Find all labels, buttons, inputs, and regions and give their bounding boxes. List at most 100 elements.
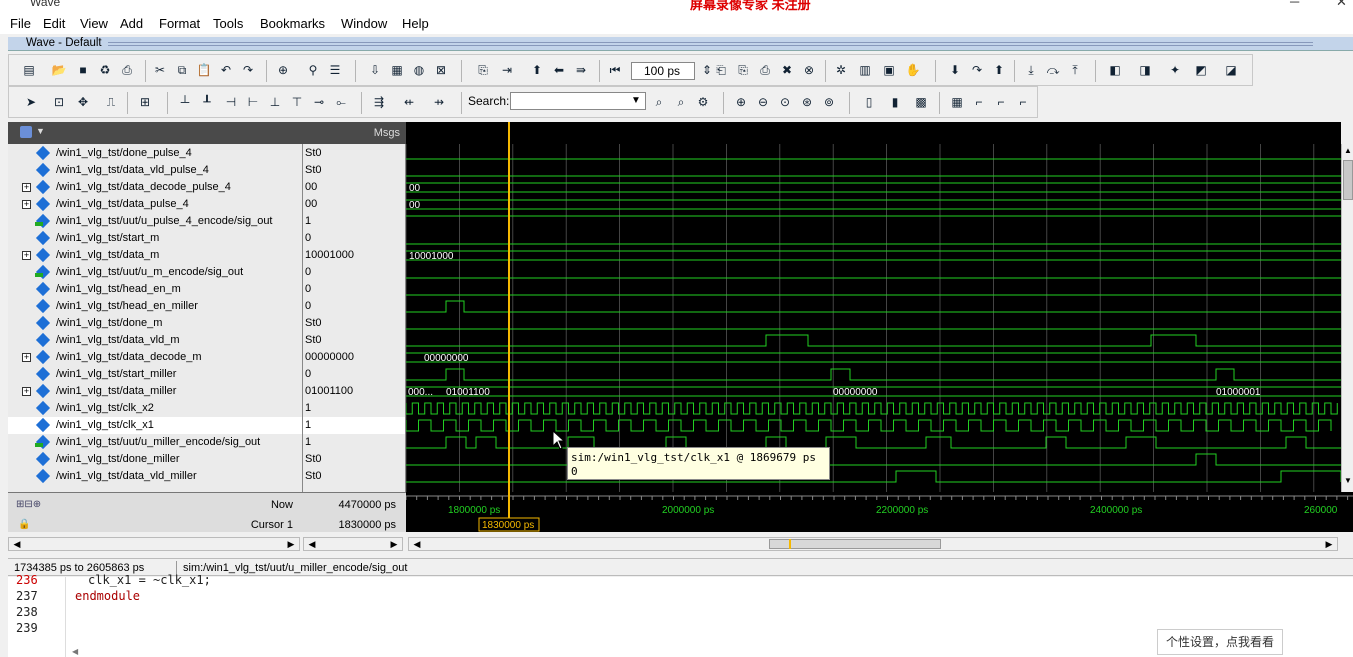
zoom-cursor-icon[interactable]: ⊛ (799, 94, 815, 110)
run-icon[interactable]: ⎗ (713, 62, 729, 78)
signal-value-row[interactable]: 1 (303, 434, 405, 451)
paste-icon[interactable]: 📋 (196, 62, 212, 78)
find-icon[interactable]: ⚲ (305, 62, 321, 78)
search-input[interactable] (510, 92, 646, 110)
menu-add[interactable]: Add (120, 16, 143, 31)
expand-icon[interactable]: + (22, 387, 31, 396)
print-icon[interactable]: ⎙ (119, 62, 135, 78)
memory-icon[interactable]: ▥ (857, 62, 873, 78)
signal-row[interactable]: /win1_vlg_tst/data_vld_pulse_4 (8, 162, 302, 179)
prev-edge-icon[interactable]: ⤓ (1023, 62, 1039, 78)
step-view-icon[interactable]: ⌐ (971, 94, 987, 110)
hand-icon[interactable]: ✋ (905, 62, 921, 78)
scroll-left-icon[interactable]: ◀ (411, 538, 423, 550)
signal-row[interactable]: + /win1_vlg_tst/data_decode_pulse_4 (8, 179, 302, 196)
signal-row[interactable]: /win1_vlg_tst/done_m (8, 315, 302, 332)
restart-icon[interactable]: ⏮ (607, 62, 623, 78)
signal-value-row[interactable]: St0 (303, 451, 405, 468)
next-edge-icon[interactable]: ⤒ (1067, 62, 1083, 78)
cut-icon[interactable]: ✂ (152, 62, 168, 78)
zoom-out-icon[interactable]: ⊖ (755, 94, 771, 110)
signal-value-row[interactable]: 0 (303, 230, 405, 247)
collapse-icon[interactable]: ⇷ (401, 94, 417, 110)
scroll-down-icon[interactable]: ▼ (1344, 476, 1352, 485)
redo-icon[interactable]: ↷ (240, 62, 256, 78)
search-prev-icon[interactable]: ⌕ (651, 94, 667, 110)
signal-row[interactable]: /win1_vlg_tst/head_en_m (8, 281, 302, 298)
zoom-full-icon[interactable]: ⊙ (777, 94, 793, 110)
signal-row[interactable]: /win1_vlg_tst/done_pulse_4 (8, 145, 302, 162)
falling-edge-icon[interactable]: ⊥ (267, 94, 283, 110)
now-icons[interactable]: ⊞⊟⊕ (16, 499, 41, 510)
signal-value-row[interactable]: 0 (303, 281, 405, 298)
format-icon[interactable]: ☰ (327, 62, 343, 78)
signal-row[interactable]: + /win1_vlg_tst/data_pulse_4 (8, 196, 302, 213)
signal-row[interactable]: /win1_vlg_tst/head_en_miller (8, 298, 302, 315)
signal-row[interactable]: /win1_vlg_tst/start_m (8, 230, 302, 247)
expand-icon[interactable]: + (22, 353, 31, 362)
step-over-icon[interactable]: ⇥ (499, 62, 515, 78)
signal-row[interactable]: /win1_vlg_tst/uut/u_m_encode/sig_out (8, 264, 302, 281)
select-pointer-icon[interactable]: ➤ (23, 94, 39, 110)
menu-format[interactable]: Format (159, 16, 200, 31)
forward-arrow-icon[interactable]: ⇛ (573, 62, 589, 78)
signal-row[interactable]: /win1_vlg_tst/clk_x2 (8, 400, 302, 417)
run-all-icon[interactable]: ⎙ (757, 62, 773, 78)
signal-value-row[interactable]: 0 (303, 264, 405, 281)
scroll-right-icon[interactable]: ▶ (388, 538, 400, 550)
scroll-left-icon[interactable]: ◀ (11, 538, 23, 550)
signal-row[interactable]: /win1_vlg_tst/data_vld_miller (8, 468, 302, 485)
signal-row[interactable]: /win1_vlg_tst/done_miller (8, 451, 302, 468)
add-wave-icon[interactable]: ⊕ (275, 62, 291, 78)
layout-icon[interactable]: ◧ (1107, 62, 1123, 78)
save-icon[interactable]: ■ (75, 62, 91, 78)
expand-icon[interactable]: + (22, 183, 31, 192)
signal-value-row[interactable]: 0 (303, 298, 405, 315)
find-edge-icon[interactable]: ⊸ (311, 94, 327, 110)
wand-icon[interactable]: ✦ (1167, 62, 1183, 78)
palette-dropdown-icon[interactable]: ▼ (36, 126, 45, 136)
menu-edit[interactable]: Edit (43, 16, 65, 31)
next-transition-icon[interactable]: ⊢ (245, 94, 261, 110)
copy-icon[interactable]: ⧉ (174, 62, 190, 78)
signal-value-row[interactable]: St0 (303, 468, 405, 485)
edit-mode-icon[interactable]: ⊞ (137, 94, 153, 110)
layout3-icon[interactable]: ◩ (1193, 62, 1209, 78)
signal-row[interactable]: + /win1_vlg_tst/data_decode_m (8, 349, 302, 366)
vscroll-thumb[interactable] (1343, 160, 1353, 200)
source-editor[interactable]: 236 clk_x1 = ~clk_x1; 237 endmodule 238 … (8, 573, 1353, 657)
step-into-icon[interactable]: ⬇ (947, 62, 963, 78)
ruler-icon[interactable]: ⎍ (103, 94, 119, 110)
search-options-icon[interactable]: ⚙ (695, 94, 711, 110)
signal-value-row[interactable]: 1 (303, 417, 405, 434)
back-arrow-icon[interactable]: ⬅ (551, 62, 567, 78)
signal-value-row[interactable]: 1 (303, 400, 405, 417)
layout2-icon[interactable]: ◨ (1137, 62, 1153, 78)
zoom-in-icon[interactable]: ⊕ (733, 94, 749, 110)
menu-help[interactable]: Help (402, 16, 429, 31)
edge-view2-icon[interactable]: ⌐ (1015, 94, 1031, 110)
zoom-region-icon[interactable]: ⊚ (821, 94, 837, 110)
signal-value-row[interactable]: St0 (303, 315, 405, 332)
split-icon[interactable]: ⇸ (431, 94, 447, 110)
signal-row[interactable]: /win1_vlg_tst/data_vld_m (8, 332, 302, 349)
scroll-left-icon[interactable]: ◀ (72, 647, 78, 656)
simulate-icon[interactable]: ▦ (389, 62, 405, 78)
scroll-up-icon[interactable]: ▲ (1344, 146, 1352, 155)
expand-icon[interactable]: + (22, 200, 31, 209)
scroll-right-icon[interactable]: ▶ (285, 538, 297, 550)
signal-value-row[interactable]: 0 (303, 366, 405, 383)
signal-value-row[interactable]: St0 (303, 332, 405, 349)
signal-value-row[interactable]: 00 (303, 196, 405, 213)
scroll-left-icon[interactable]: ◀ (306, 538, 318, 550)
signal-row[interactable]: /win1_vlg_tst/clk_x1 (8, 417, 302, 434)
signal-value-row[interactable]: St0 (303, 162, 405, 179)
cursor-lock-icon[interactable]: 🔒 (18, 519, 30, 530)
wave-hscroll-thumb[interactable] (769, 539, 941, 549)
names-hscrollbar[interactable]: ◀ ▶ (8, 537, 300, 551)
search-next-icon[interactable]: ⌕ (673, 94, 689, 110)
break-icon[interactable]: ◍ (411, 62, 427, 78)
open-icon[interactable]: 📂 (51, 62, 67, 78)
menu-window[interactable]: Window (341, 16, 387, 31)
values-hscrollbar[interactable]: ◀ ▶ (303, 537, 403, 551)
